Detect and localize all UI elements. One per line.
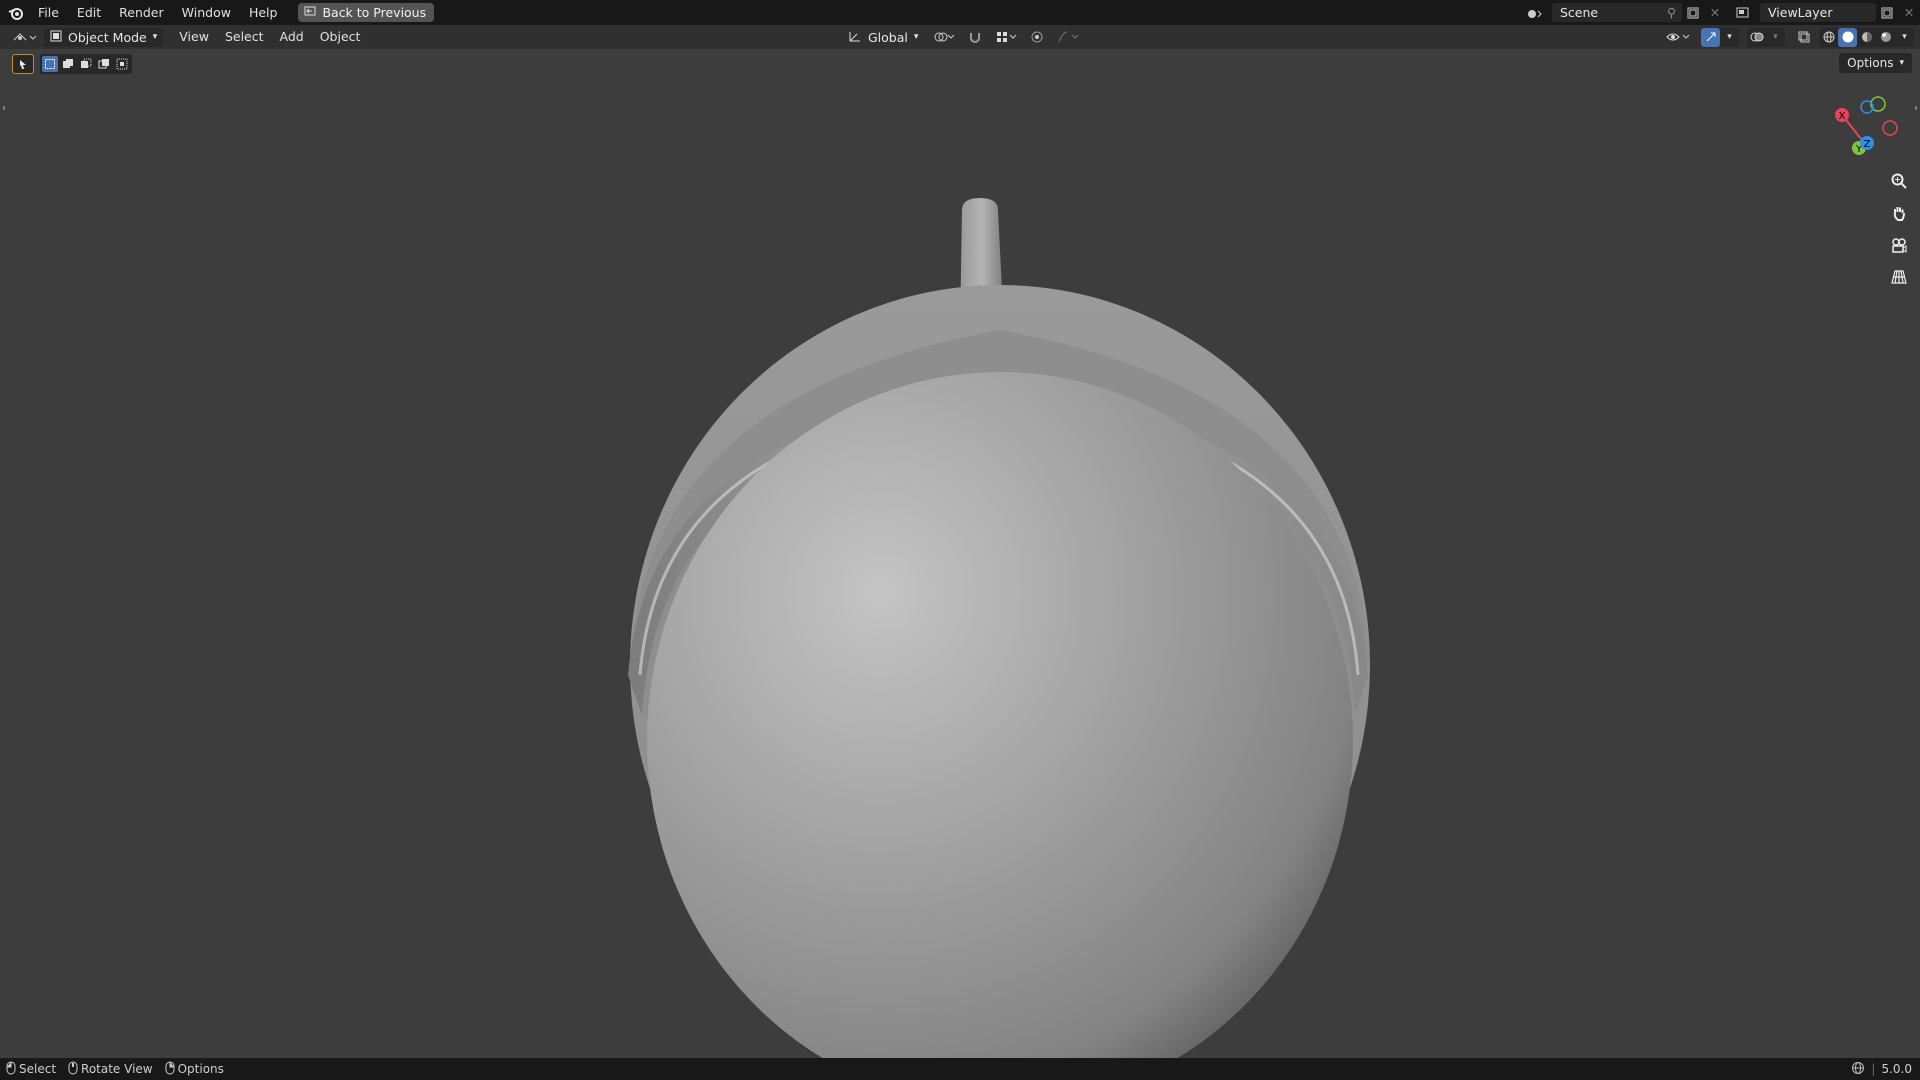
visibility-icon[interactable] [1663,28,1693,47]
status-rotate: Rotate View [68,1061,153,1078]
chevron-down-icon: ▾ [1899,58,1904,68]
viewlayer-field[interactable]: ViewLayer [1760,3,1876,22]
axis-gizmo[interactable]: X Y Z [1822,90,1902,170]
orientation-label: Global [868,29,908,45]
x-axis-label: X [1839,111,1846,122]
overlays-toggle[interactable]: ▾ [1747,27,1785,47]
options-dropdown[interactable]: Options ▾ [1839,53,1912,73]
status-select: Select [6,1061,56,1078]
status-divider: | [1871,1062,1876,1076]
pin-icon[interactable]: ⚲ [1667,5,1676,20]
chevron-down-icon: ▾ [152,32,158,42]
chevron-down-icon[interactable]: ▾ [1720,28,1739,47]
top-right-area: Scene ⚲ ✕ ViewLayer ✕ [1524,0,1920,25]
perspective-toggle-icon[interactable] [1886,264,1912,290]
network-globe-icon[interactable] [1851,1061,1865,1078]
gizmo-icon[interactable] [1701,27,1720,47]
transform-tools: Global ▾ [838,25,1082,49]
viewlayer-type-icon[interactable] [1732,3,1754,22]
menu-view[interactable]: View [171,25,217,49]
back-to-previous-button[interactable]: Back to Previous [298,3,435,22]
top-menu-bar: File Edit Render Window Help Back to Pre… [0,0,1920,25]
rendered-shading-icon[interactable] [1876,28,1895,47]
falloff-icon[interactable] [1054,28,1082,47]
options-label: Options [1847,56,1894,70]
blender-logo-icon[interactable] [3,0,29,25]
object-mode-label: Object Mode [68,29,147,45]
orientation-dropdown[interactable]: Global ▾ [842,28,924,47]
select-intersect-icon[interactable] [114,56,130,72]
select-subtract-icon[interactable] [78,56,94,72]
neg-x-axis-handle[interactable] [1882,120,1898,136]
status-select-label: Select [19,1062,57,1076]
editor-type-icon[interactable] [10,28,40,47]
menu-object[interactable]: Object [312,25,369,49]
pan-hand-icon[interactable] [1886,200,1912,226]
chevron-down-icon[interactable]: ▾ [1766,28,1785,47]
menu-file[interactable]: File [29,0,68,25]
status-right: | 5.0.0 [1851,1058,1912,1080]
viewlayer-value: ViewLayer [1768,5,1833,20]
chevron-down-icon: ▾ [913,32,919,42]
selection-modes [40,54,132,74]
select-invert-icon[interactable] [96,56,112,72]
menu-render[interactable]: Render [110,0,173,25]
scene-field[interactable]: Scene ⚲ [1552,3,1682,22]
back-arrow-icon [304,5,316,20]
mouse-right-icon [165,1061,175,1078]
new-scene-icon[interactable] [1682,3,1704,22]
menu-add[interactable]: Add [272,25,312,49]
scene-type-icon[interactable] [1524,3,1546,22]
status-rotate-label: Rotate View [81,1062,153,1076]
navigation-controls [1886,168,1912,290]
viewport-canvas[interactable] [0,75,1920,1058]
orientation-icon [848,29,862,46]
snap-target-icon[interactable] [992,28,1020,47]
status-bar: Select Rotate View Options | 5.0.0 [0,1058,1920,1080]
xray-icon[interactable] [1793,28,1815,47]
zoom-icon[interactable] [1886,168,1912,194]
z-axis-label: Z [1864,139,1871,150]
new-viewlayer-icon[interactable] [1876,3,1898,22]
scene-value: Scene [1560,5,1599,20]
select-new-icon[interactable] [42,56,58,72]
mouse-middle-icon [68,1061,78,1078]
gizmo-toggle[interactable]: ▾ [1701,27,1739,47]
viewport-display-tools: ▾ ▾ ▾ [1663,25,1914,49]
chevron-down-icon[interactable]: ▾ [1895,28,1914,47]
version-label: 5.0.0 [1881,1062,1912,1076]
status-options-label: Options [177,1062,224,1076]
shading-modes: ▾ [1819,27,1914,47]
select-tool-icon[interactable] [12,54,34,74]
mouse-left-icon [6,1061,16,1078]
snap-toggle-icon[interactable] [964,28,986,47]
camera-view-icon[interactable] [1886,232,1912,258]
status-options: Options [165,1061,224,1078]
sphere-object[interactable] [628,198,1370,1058]
remove-scene-icon[interactable]: ✕ [1704,3,1726,22]
object-mode-icon [50,30,62,45]
overlays-icon[interactable] [1747,28,1766,47]
proportional-editing-icon[interactable] [1026,28,1048,47]
wireframe-shading-icon[interactable] [1819,28,1838,47]
menu-select[interactable]: Select [217,25,272,49]
back-to-previous-label: Back to Previous [322,5,427,20]
solid-shading-icon[interactable] [1838,27,1857,47]
menu-edit[interactable]: Edit [68,0,110,25]
material-shading-icon[interactable] [1857,28,1876,47]
tool-settings-row [12,53,132,75]
remove-viewlayer-icon[interactable]: ✕ [1898,3,1920,22]
menu-window[interactable]: Window [173,0,240,25]
object-mode-dropdown[interactable]: Object Mode ▾ [44,27,164,47]
pivot-point-icon[interactable] [930,28,958,47]
select-extend-icon[interactable] [60,56,76,72]
menu-help[interactable]: Help [240,0,287,25]
